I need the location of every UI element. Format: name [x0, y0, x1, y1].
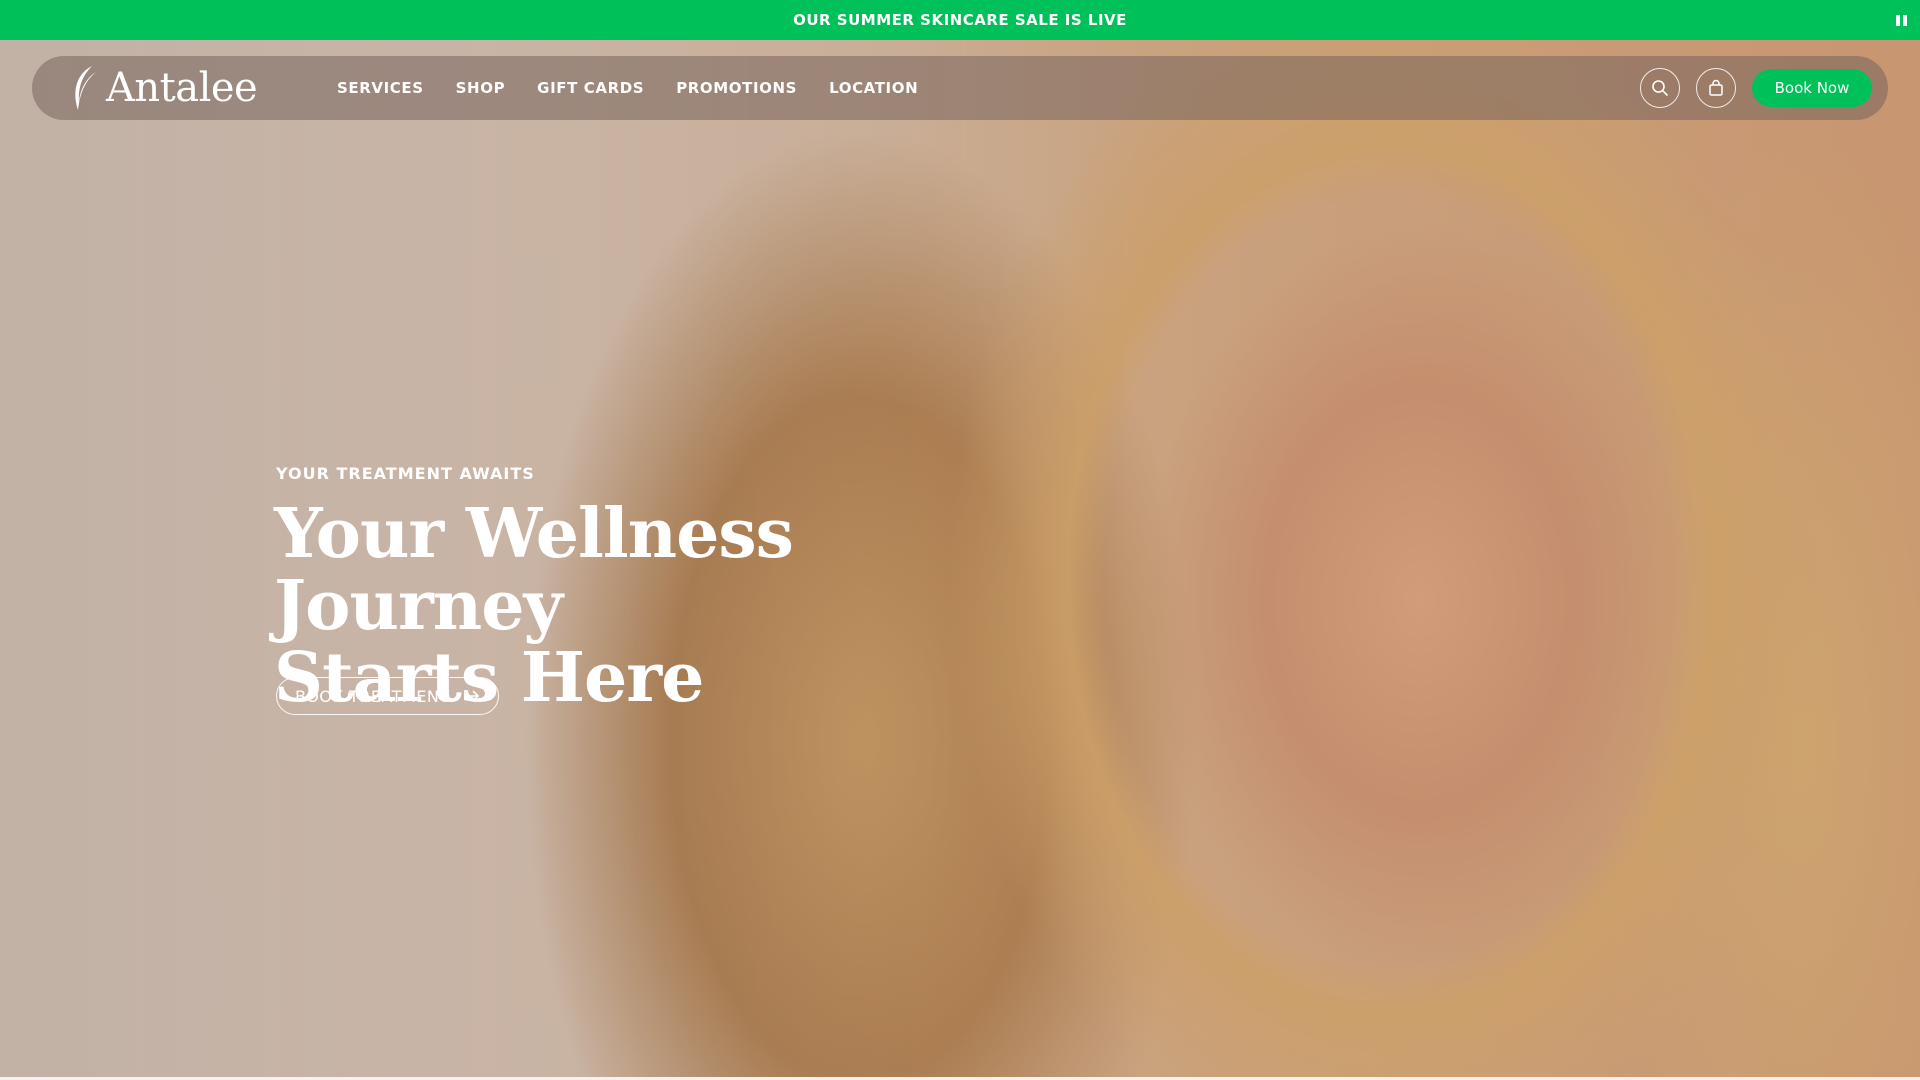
hero-title-line-1: Your Wellness Journey — [274, 494, 794, 646]
announcement-bar: OUR SUMMER SKINCARE SALE IS LIVE — [0, 0, 1920, 40]
search-icon — [1652, 80, 1668, 96]
announcement-text: OUR SUMMER SKINCARE SALE IS LIVE — [793, 11, 1127, 29]
site-header: Antalee SERVICES SHOP GIFT CARDS PROMOTI… — [32, 56, 1888, 120]
nav-item-gift-cards[interactable]: GIFT CARDS — [537, 79, 644, 97]
shopping-bag-icon — [1709, 79, 1723, 96]
logo-text: Antalee — [106, 65, 258, 111]
book-treatment-button[interactable]: BOOK TREATMENT — [276, 677, 499, 715]
nav-item-promotions[interactable]: PROMOTIONS — [676, 79, 797, 97]
book-treatment-label: BOOK TREATMENT — [295, 686, 450, 706]
main-nav: SERVICES SHOP GIFT CARDS PROMOTIONS LOCA… — [337, 56, 918, 120]
leaf-logo-icon — [75, 66, 96, 110]
pause-icon[interactable] — [1894, 12, 1908, 28]
nav-item-services[interactable]: SERVICES — [337, 79, 424, 97]
nav-item-location[interactable]: LOCATION — [829, 79, 918, 97]
nav-item-shop[interactable]: SHOP — [456, 79, 506, 97]
search-button[interactable] — [1640, 68, 1680, 108]
arrow-right-icon — [465, 690, 479, 702]
cart-button[interactable] — [1696, 68, 1736, 108]
hero-eyebrow: YOUR TREATMENT AWAITS — [276, 464, 535, 483]
logo[interactable]: Antalee — [70, 64, 258, 112]
book-now-button[interactable]: Book Now — [1752, 69, 1872, 107]
